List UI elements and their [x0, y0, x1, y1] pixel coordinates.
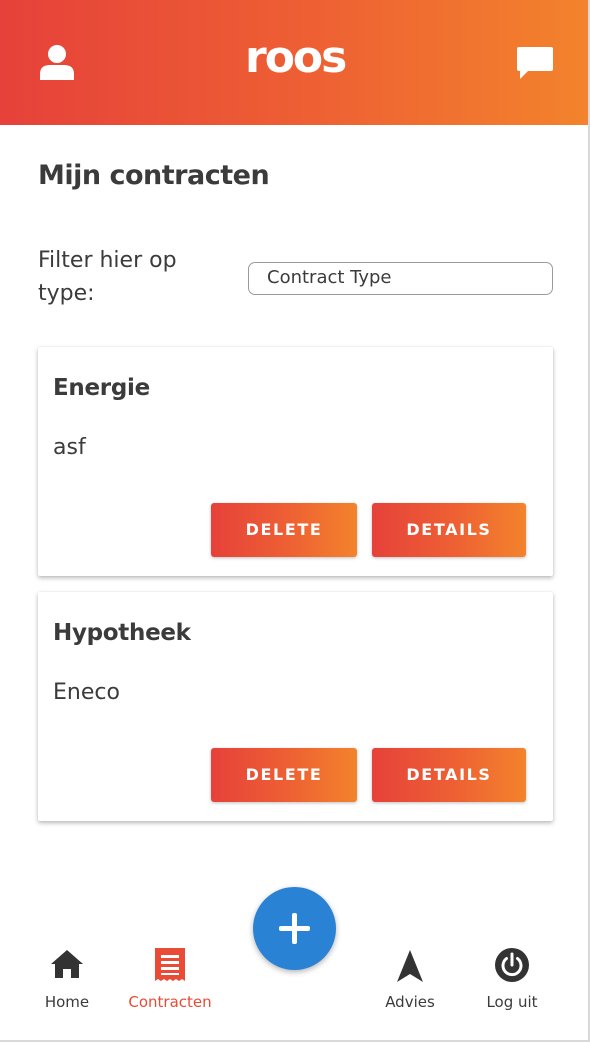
contract-provider: asf: [53, 435, 86, 460]
delete-button[interactable]: DELETE: [211, 503, 357, 557]
power-icon: [495, 948, 529, 982]
app-frame: roos Mijn contracten Filter hier op type…: [0, 0, 590, 1042]
nav-label: Advies: [385, 993, 435, 1011]
nav-item-home[interactable]: Home: [12, 945, 122, 1025]
details-button[interactable]: DETAILS: [372, 748, 526, 802]
contract-card: Hypotheek Eneco DELETE DETAILS: [38, 592, 553, 821]
contract-title: Hypotheek: [53, 620, 191, 646]
filter-label: Filter hier op type:: [38, 248, 177, 306]
contract-provider: Eneco: [53, 680, 120, 705]
roos-logo: roos: [245, 32, 347, 83]
nav-label: Log uit: [486, 993, 538, 1011]
navigation-arrow-icon: [397, 950, 423, 982]
add-contract-button[interactable]: [253, 887, 336, 970]
contract-type-select[interactable]: Contract Type: [248, 262, 553, 295]
details-button[interactable]: DETAILS: [372, 503, 526, 557]
delete-button[interactable]: DELETE: [211, 748, 357, 802]
app-header: roos: [0, 0, 588, 125]
nav-label: Home: [44, 993, 90, 1011]
home-icon: [51, 950, 83, 978]
contract-title: Energie: [53, 375, 150, 401]
nav-item-contracten[interactable]: Contracten: [115, 945, 225, 1025]
nav-label: Contracten: [128, 993, 212, 1011]
contract-list-icon: [155, 948, 185, 981]
nav-item-advies[interactable]: Advies: [355, 945, 465, 1025]
nav-item-logout[interactable]: Log uit: [457, 945, 567, 1025]
page-title: Mijn contracten: [38, 160, 270, 191]
user-icon[interactable]: [38, 44, 76, 80]
contract-card: Energie asf DELETE DETAILS: [38, 347, 553, 576]
chat-icon[interactable]: [516, 45, 554, 81]
